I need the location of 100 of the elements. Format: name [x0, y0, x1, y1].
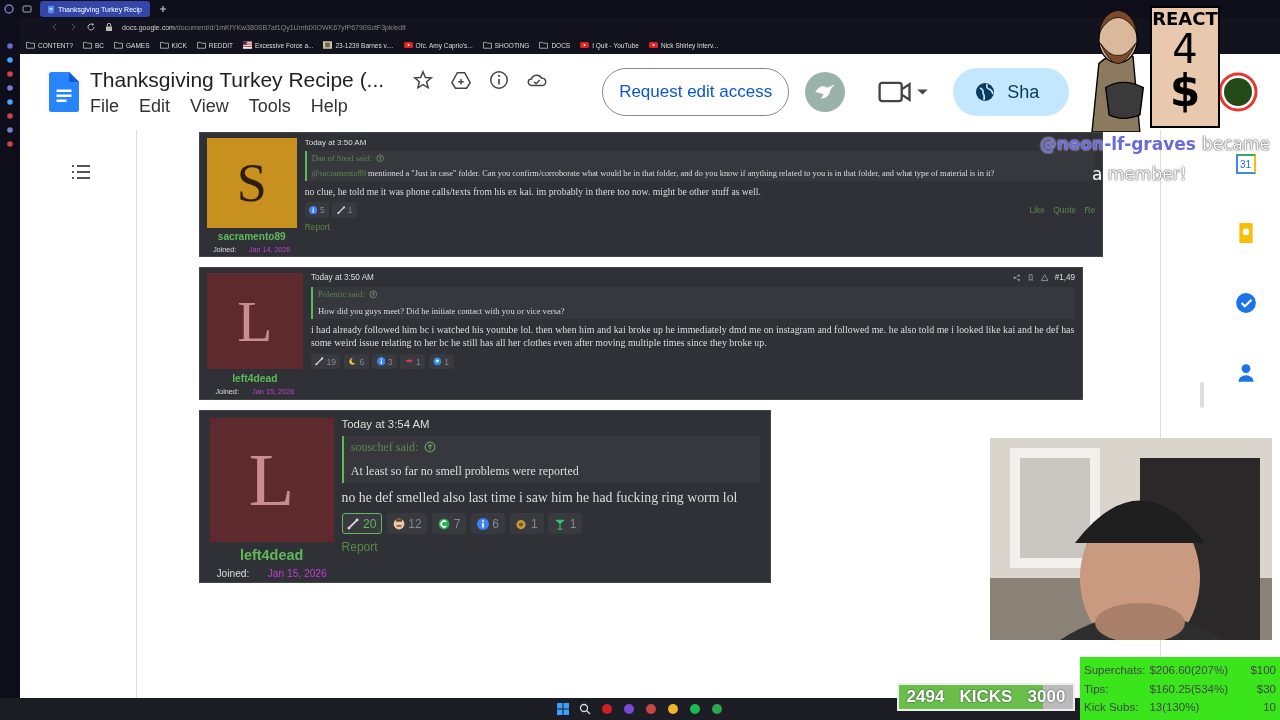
- medal-icon: [515, 517, 528, 530]
- cocktail-icon: [554, 517, 567, 530]
- quote-author[interactable]: Dan of Steel said:: [311, 153, 372, 163]
- avatar: L: [209, 418, 334, 543]
- tab-list-icon[interactable]: [22, 4, 32, 14]
- bookmark-icon[interactable]: [1026, 274, 1035, 282]
- reaction-chip[interactable]: 19: [310, 354, 341, 370]
- alert-text: became: [1201, 134, 1270, 154]
- goal-label: Tips:: [1084, 682, 1110, 695]
- post-body: i had already followed him bc i watched his youtube lol. then when him and kai broke up he immediately dmd me on instagram and followed me. he also told me i looked like kai and he def has some weird issue relating to her bc he still has all her clothes even after moving multiple times since they broke up.: [310, 323, 1076, 350]
- post-time: Today at 3:50 AM: [310, 273, 374, 283]
- search-icon[interactable]: [579, 703, 591, 715]
- share-icon[interactable]: [1013, 274, 1021, 282]
- report-link[interactable]: Report: [341, 540, 378, 555]
- mention-link[interactable]: @sacramento89: [311, 169, 366, 179]
- warning-icon[interactable]: [1040, 274, 1049, 282]
- jump-up-icon[interactable]: [368, 290, 378, 299]
- profile-avatar-icon[interactable]: [1218, 72, 1258, 112]
- new-tab-icon[interactable]: [158, 4, 168, 14]
- goal-target: $30: [1255, 682, 1276, 695]
- goal-target: $100: [1250, 663, 1276, 676]
- info-icon: [376, 357, 386, 367]
- reaction-chip[interactable]: 7: [432, 513, 467, 535]
- bone-icon: [315, 357, 324, 367]
- video-icon: [403, 41, 413, 49]
- quote-text: At least so far no smell problems were reported: [350, 464, 580, 480]
- jump-up-icon[interactable]: [375, 154, 385, 163]
- reload-icon[interactable]: [86, 22, 96, 32]
- reaction-chip[interactable]: 1: [400, 354, 426, 370]
- star-icon[interactable]: [412, 68, 435, 91]
- post-action-link[interactable]: Re: [1084, 205, 1096, 216]
- smiley-icon: [392, 517, 405, 530]
- post-action-link[interactable]: Quote: [1053, 205, 1077, 216]
- reaction-chip[interactable]: 6: [470, 513, 505, 535]
- outline-icon[interactable]: [71, 164, 91, 180]
- reaction-chip[interactable]: 1: [509, 513, 544, 535]
- avatar: L: [206, 273, 303, 370]
- reaction-chip[interactable]: 5: [304, 202, 329, 218]
- kicks-count: 2494: [906, 687, 945, 707]
- taskbar-app-icon[interactable]: [689, 703, 701, 715]
- browser-logo-icon[interactable]: [4, 4, 14, 14]
- tasks-icon[interactable]: [1234, 292, 1257, 314]
- quote-author[interactable]: souschef said:: [350, 439, 419, 455]
- kicks-label: KICKS: [959, 687, 1013, 707]
- reaction-chip[interactable]: 1: [548, 513, 583, 535]
- sign-text: $: [1169, 69, 1201, 113]
- lock-icon: [104, 22, 114, 32]
- flag-icon: [242, 41, 252, 49]
- post-action-link[interactable]: Like: [1029, 205, 1045, 216]
- menu-item[interactable]: View: [190, 95, 229, 117]
- reaction-chip[interactable]: 1: [332, 202, 357, 218]
- goal-value: $160.25(534%): [1149, 682, 1230, 695]
- report-link[interactable]: Report: [304, 221, 330, 232]
- folder-icon: [196, 41, 206, 49]
- folder-icon: [159, 41, 169, 49]
- gem-icon: [433, 357, 442, 367]
- folder-icon: [114, 41, 124, 49]
- start-icon[interactable]: [557, 703, 569, 715]
- username[interactable]: left4dead: [240, 546, 304, 563]
- docs-logo-icon[interactable]: [48, 72, 80, 112]
- badge-icon: [438, 517, 451, 530]
- bone-icon: [347, 517, 360, 530]
- menu-item[interactable]: Help: [310, 95, 348, 117]
- goal-label: Superchats:: [1084, 663, 1146, 676]
- reaction-chip[interactable]: 1: [428, 354, 454, 370]
- globe-icon: [975, 82, 996, 102]
- reaction-chip[interactable]: 6: [343, 354, 369, 370]
- taskbar-app-icon[interactable]: [711, 703, 723, 715]
- document-icon: [48, 4, 54, 14]
- folder-icon: [83, 41, 93, 49]
- post-number[interactable]: #1,49: [1054, 273, 1076, 283]
- menu-item[interactable]: Tools: [248, 95, 291, 117]
- post-body: no clue, he told me it was phone calls/texts from his ex kai. im probably in there too now. might be other stuff as well.: [304, 185, 762, 199]
- bone-icon: [336, 205, 346, 215]
- site-icon: [323, 41, 333, 49]
- info-icon[interactable]: [488, 68, 511, 91]
- folder-icon: [539, 41, 549, 49]
- taskbar-app-icon[interactable]: [667, 703, 679, 715]
- username[interactable]: left4dead: [232, 372, 278, 384]
- reaction-chip[interactable]: 12: [386, 513, 428, 535]
- menu-item[interactable]: Edit: [139, 95, 171, 117]
- request-edit-button[interactable]: Request edit access: [602, 68, 790, 116]
- document-title[interactable]: Thanksgiving Turkey Recipe (...: [90, 67, 385, 92]
- goal-target: 10: [1262, 701, 1276, 714]
- post-time: Today at 3:54 AM: [341, 418, 430, 431]
- reaction-chip[interactable]: 20: [341, 513, 383, 535]
- video-icon: [648, 41, 658, 49]
- username[interactable]: sacramento89: [217, 231, 286, 243]
- sign-text: REACT: [1152, 8, 1218, 29]
- reaction-chip[interactable]: 3: [372, 354, 397, 370]
- info-icon: [309, 205, 318, 215]
- menu-item[interactable]: File: [90, 95, 119, 117]
- share-button[interactable]: Sha: [953, 68, 1070, 116]
- jump-up-icon[interactable]: [424, 441, 437, 454]
- calendar-icon[interactable]: 31: [1235, 154, 1256, 174]
- quote-text: @sacramento89 mentioned a "Just in case" folder. Can you confirm/corroborate what would be in that folder, and do you know if anything related to you is in that folder, and what type of material is in it?: [311, 169, 996, 179]
- quote-author[interactable]: Polentic said:: [318, 289, 365, 300]
- video-icon: [580, 41, 590, 49]
- joined-date: Jan 15, 2026: [267, 567, 327, 579]
- video-call-icon[interactable]: [877, 79, 930, 105]
